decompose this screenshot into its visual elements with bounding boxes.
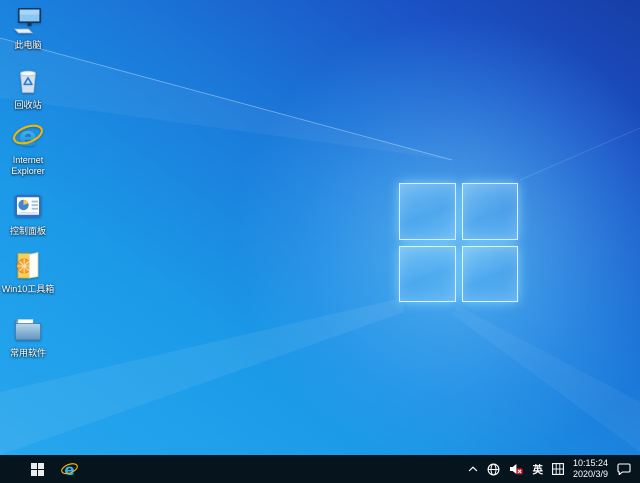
internet-explorer-icon: e [11,119,45,153]
desktop-icon-win10-toolbox[interactable]: Win10工具箱 [0,248,56,295]
volume-muted-icon[interactable] [509,463,523,475]
control-panel-icon [11,190,45,224]
windows-logo [399,183,518,302]
desktop-icon-internet-explorer[interactable]: e Internet Explorer [0,119,56,176]
start-button[interactable] [26,455,49,483]
ime-language-indicator[interactable]: 英 [532,462,543,477]
desktop-icon-this-pc[interactable]: 此电脑 [0,4,56,51]
desktop-icon-label: Win10工具箱 [2,284,55,295]
taskbar-clock[interactable]: 10:15:24 2020/3/9 [573,458,608,481]
recycle-bin-icon [11,64,45,98]
desktop-icon-recycle-bin[interactable]: 回收站 [0,64,56,111]
windows-logo-pane [399,183,456,240]
win10-toolbox-icon [11,248,45,282]
taskbar-app-internet-explorer[interactable]: e [55,455,84,483]
clock-date: 2020/3/9 [573,469,608,480]
system-tray: 英 10:15:24 2020/3/9 [468,455,640,483]
windows-logo-pane [462,246,519,303]
wallpaper-light-rays [0,0,640,455]
action-center-icon[interactable] [617,463,631,475]
windows-logo-pane [462,183,519,240]
desktop-icon-control-panel[interactable]: 控制面板 [0,190,56,237]
desktop-icon-label: 回收站 [14,100,41,111]
desktop-icon-common-software[interactable]: 常用软件 [0,312,56,359]
windows-logo-pane [399,246,456,303]
desktop-icon-label: Internet Explorer [0,155,56,176]
ime-grid-icon[interactable] [552,463,564,475]
desktop-wallpaper: 此电脑 回收站 e Internet Explorer [0,0,640,455]
taskbar: e 英 [0,455,640,483]
this-pc-icon [11,4,45,38]
tray-chevron-up-icon[interactable] [468,466,478,472]
desktop-icon-label: 此电脑 [14,40,41,51]
desktop-icon-label: 控制面板 [10,226,46,237]
internet-explorer-taskbar-icon: e [60,460,79,479]
network-globe-icon[interactable] [487,463,500,476]
clock-time: 10:15:24 [573,458,608,469]
desktop-icon-label: 常用软件 [10,348,46,359]
common-software-icon [11,312,45,346]
start-windows-icon [31,463,44,476]
